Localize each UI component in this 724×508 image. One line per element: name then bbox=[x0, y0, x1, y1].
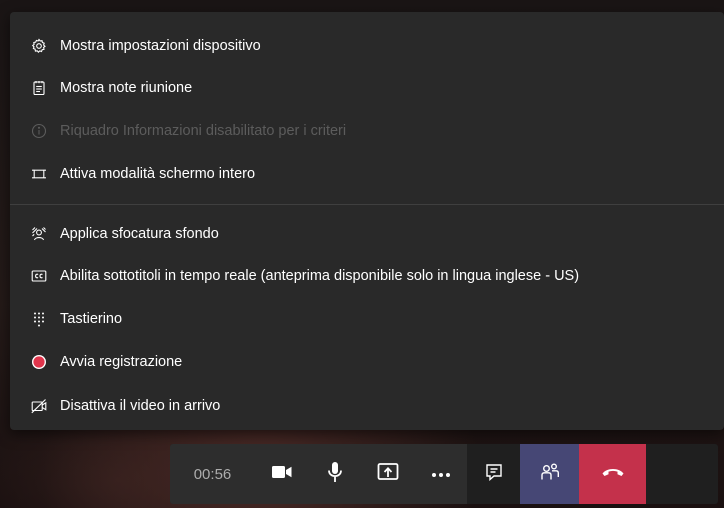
menu-item-label: Riquadro Informazioni disabilitato per i… bbox=[60, 123, 347, 139]
gear-icon bbox=[31, 38, 47, 54]
blur-background-icon bbox=[31, 226, 47, 242]
menu-item-blur-background[interactable]: Applica sfocatura sfondo bbox=[10, 214, 724, 254]
menu-item-label: Tastierino bbox=[60, 311, 123, 327]
menu-item-device-settings[interactable]: Mostra impostazioni dispositivo bbox=[10, 26, 724, 66]
chat-button[interactable] bbox=[467, 444, 520, 504]
share-screen-button[interactable] bbox=[361, 444, 414, 504]
more-options-button[interactable] bbox=[414, 444, 467, 504]
fullscreen-icon bbox=[31, 166, 47, 182]
menu-item-label: Avvia registrazione bbox=[60, 354, 183, 370]
menu-item-label: Mostra note riunione bbox=[60, 80, 193, 96]
dialpad-icon bbox=[31, 311, 47, 327]
microphone-icon bbox=[326, 461, 344, 488]
hang-up-button[interactable] bbox=[579, 444, 646, 504]
more-options-icon bbox=[431, 465, 451, 483]
chat-icon bbox=[485, 463, 503, 486]
notes-icon bbox=[31, 80, 47, 96]
share-screen-icon bbox=[377, 462, 399, 487]
menu-item-dialpad[interactable]: Tastierino bbox=[10, 299, 724, 339]
menu-divider bbox=[10, 204, 724, 205]
info-icon bbox=[31, 123, 47, 139]
participants-button[interactable] bbox=[520, 444, 579, 504]
camera-button[interactable] bbox=[255, 444, 308, 504]
menu-item-live-captions[interactable]: Abilita sottotitoli in tempo reale (ante… bbox=[10, 256, 724, 296]
video-off-icon bbox=[31, 398, 47, 414]
more-actions-menu: Mostra impostazioni dispositivo Mostra n… bbox=[10, 12, 724, 430]
microphone-button[interactable] bbox=[308, 444, 361, 504]
menu-item-label: Disattiva il video in arrivo bbox=[60, 398, 221, 414]
menu-item-label: Applica sfocatura sfondo bbox=[60, 226, 219, 242]
hang-up-icon bbox=[601, 465, 625, 483]
menu-item-meeting-notes[interactable]: Mostra note riunione bbox=[10, 68, 724, 108]
participants-icon bbox=[540, 462, 560, 487]
menu-item-label: Mostra impostazioni dispositivo bbox=[60, 38, 261, 54]
menu-item-label: Abilita sottotitoli in tempo reale (ante… bbox=[60, 268, 580, 284]
menu-item-start-recording[interactable]: Avvia registrazione bbox=[10, 342, 724, 382]
record-icon bbox=[31, 354, 47, 370]
call-timer: 00:56 bbox=[170, 444, 255, 504]
menu-item-label: Attiva modalità schermo intero bbox=[60, 166, 256, 182]
menu-item-fullscreen[interactable]: Attiva modalità schermo intero bbox=[10, 154, 724, 194]
camera-icon bbox=[271, 464, 293, 485]
menu-item-turn-off-incoming-video[interactable]: Disattiva il video in arrivo bbox=[10, 386, 724, 426]
menu-item-info-pane-disabled: Riquadro Informazioni disabilitato per i… bbox=[10, 111, 724, 151]
closed-captions-icon bbox=[31, 268, 47, 284]
call-controls-bar: 00:56 bbox=[170, 444, 718, 504]
